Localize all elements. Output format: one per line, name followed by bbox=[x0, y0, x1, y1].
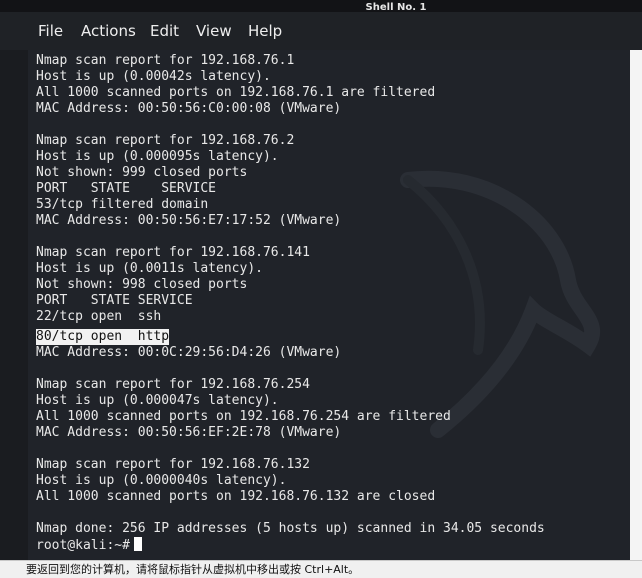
title-bar: Shell No. 1 bbox=[0, 0, 642, 12]
terminal-line: Host is up (0.0000040s latency). bbox=[36, 473, 287, 488]
terminal-line: All 1000 scanned ports on 192.168.76.1 a… bbox=[36, 85, 436, 100]
terminal-line: Nmap scan report for 192.168.76.132 bbox=[36, 457, 310, 472]
right-border bbox=[630, 50, 642, 560]
terminal-line: Host is up (0.0011s latency). bbox=[36, 261, 263, 276]
status-bar: 要返回到您的计算机，请将鼠标指针从虚拟机中移出或按 Ctrl+Alt。 bbox=[0, 560, 642, 578]
terminal-line: Not shown: 999 closed ports bbox=[36, 165, 248, 180]
window-title: Shell No. 1 bbox=[365, 2, 427, 13]
terminal-line: Not shown: 998 closed ports bbox=[36, 277, 248, 292]
terminal-line: Host is up (0.000047s latency). bbox=[36, 393, 279, 408]
vm-console-window: Shell No. 1 File Actions Edit View Help … bbox=[0, 0, 642, 578]
text-cursor bbox=[133, 537, 142, 551]
terminal-line: MAC Address: 00:50:56:C0:00:08 (VMware) bbox=[36, 101, 342, 116]
terminal-line: Host is up (0.000095s latency). bbox=[36, 149, 279, 164]
prompt-line[interactable]: root@kali:~# bbox=[36, 537, 545, 553]
terminal-line: Nmap done: 256 IP addresses (5 hosts up)… bbox=[36, 521, 545, 536]
menu-help[interactable]: Help bbox=[248, 22, 282, 40]
menu-bar: File Actions Edit View Help bbox=[0, 12, 642, 50]
terminal-line: Nmap scan report for 192.168.76.254 bbox=[36, 377, 310, 392]
terminal-line: PORT STATE SERVICE bbox=[36, 181, 217, 196]
shell-prompt: root@kali:~# bbox=[36, 538, 130, 553]
terminal-area[interactable]: Nmap scan report for 192.168.76.1 Host i… bbox=[28, 50, 630, 560]
terminal-line: Host is up (0.00042s latency). bbox=[36, 69, 271, 84]
terminal-line: MAC Address: 00:50:56:EF:2E:78 (VMware) bbox=[36, 425, 342, 440]
selected-terminal-line[interactable]: 80/tcp open http bbox=[36, 329, 170, 345]
menu-edit[interactable]: Edit bbox=[150, 22, 179, 40]
left-border bbox=[0, 50, 28, 560]
terminal-line: Nmap scan report for 192.168.76.2 bbox=[36, 133, 295, 148]
terminal-line: All 1000 scanned ports on 192.168.76.132… bbox=[36, 489, 436, 504]
menu-actions[interactable]: Actions bbox=[81, 22, 136, 40]
status-message: 要返回到您的计算机，请将鼠标指针从虚拟机中移出或按 Ctrl+Alt。 bbox=[26, 563, 360, 576]
terminal-line: MAC Address: 00:50:56:E7:17:52 (VMware) bbox=[36, 213, 342, 228]
terminal-line: All 1000 scanned ports on 192.168.76.254… bbox=[36, 409, 451, 424]
terminal-line: 53/tcp filtered domain bbox=[36, 197, 209, 212]
terminal-line: Nmap scan report for 192.168.76.141 bbox=[36, 245, 310, 260]
terminal-line: MAC Address: 00:0C:29:56:D4:26 (VMware) bbox=[36, 345, 342, 360]
terminal-output: Nmap scan report for 192.168.76.1 Host i… bbox=[36, 53, 545, 553]
menu-file[interactable]: File bbox=[38, 22, 63, 40]
terminal-line: 22/tcp open ssh bbox=[36, 309, 162, 324]
terminal-line: Nmap scan report for 192.168.76.1 bbox=[36, 53, 295, 68]
terminal-line: PORT STATE SERVICE bbox=[36, 293, 193, 308]
menu-view[interactable]: View bbox=[196, 22, 232, 40]
